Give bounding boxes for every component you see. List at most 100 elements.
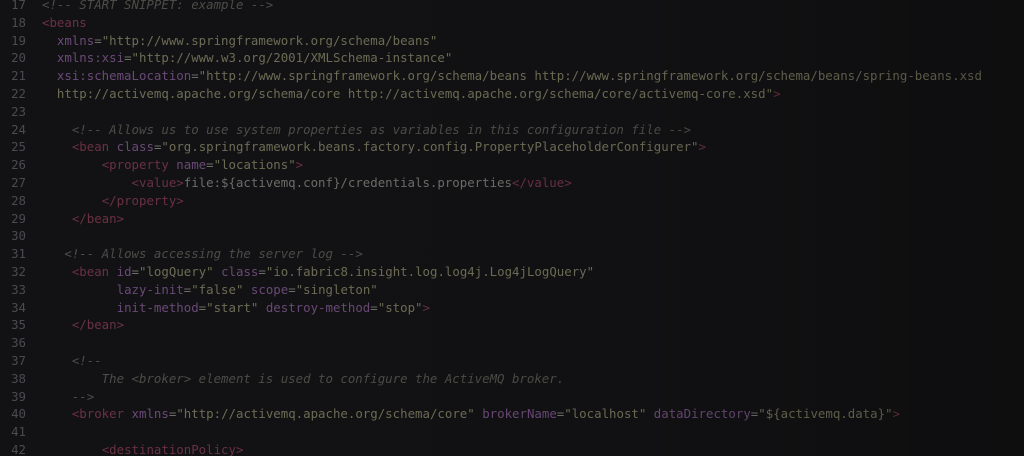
code-text: xmlns:xsi="http://www.w3.org/2001/XMLSch…: [42, 49, 452, 67]
code-line[interactable]: 25 <bean class="org.springframework.bean…: [0, 138, 1024, 156]
line-number: 38: [11, 370, 26, 386]
line-number: 20: [11, 50, 26, 66]
line-number: 22: [11, 86, 26, 101]
code-text: xsi:schemaLocation="http://www.springfra…: [42, 67, 982, 85]
code-token-comment: The <broker> element is used to configur…: [42, 370, 565, 386]
code-token-attr: xsi:schemaLocation: [56, 68, 192, 84]
code-editor[interactable]: 17 <!-- START SNIPPET: example --> 18 <bean…: [0, 0, 1024, 456]
code-line[interactable]: 19 xmlns="http://www.springframework.org…: [0, 32, 1024, 50]
code-line[interactable]: 36: [0, 334, 1024, 352]
code-line[interactable]: 18 <beans: [0, 14, 1024, 32]
code-token-string: "locations": [213, 157, 296, 173]
code-line[interactable]: 31 <!-- Allows accessing the server log …: [0, 245, 1024, 263]
line-number: 27: [11, 175, 26, 190]
code-line[interactable]: 39 -->: [0, 388, 1024, 406]
code-line[interactable]: 41: [0, 423, 1024, 441]
code-line[interactable]: 32 <bean id="logQuery" class="io.fabric8…: [0, 263, 1024, 281]
code-token-tag: <destinationPolicy>: [101, 442, 244, 456]
code-line[interactable]: 37 <!--: [0, 352, 1024, 370]
code-token-tag: </bean>: [71, 317, 125, 333]
line-number: 25: [11, 139, 26, 155]
code-token-string: "http://www.springframework.org/schema/b…: [101, 32, 438, 48]
code-token-tag: </value>: [511, 175, 572, 190]
line-number: 17: [11, 0, 26, 12]
code-line[interactable]: 29 </bean>: [0, 210, 1024, 228]
line-number: 28: [11, 192, 26, 208]
code-line[interactable]: 30: [0, 227, 1024, 245]
code-text: <!-- Allows us to use system properties …: [42, 121, 691, 139]
code-line[interactable]: 17 <!-- START SNIPPET: example -->: [0, 0, 1024, 14]
code-token-string: "false": [191, 281, 244, 297]
line-number: 19: [11, 32, 26, 48]
code-line[interactable]: 40 <broker xmlns="http://activemq.apache…: [0, 405, 1024, 423]
code-text: <value>file:${activemq.conf}/credentials…: [42, 174, 572, 192]
code-token-tag: </bean>: [71, 210, 125, 226]
code-token-comment: <!-- START SNIPPET: example -->: [42, 0, 274, 12]
code-token-attr: class: [221, 264, 259, 279]
code-text: <!-- Allows accessing the server log -->: [42, 245, 362, 263]
code-token-string: "org.springframework.beans.factory.confi…: [161, 139, 699, 155]
line-number: 42: [11, 442, 26, 456]
code-token-attr: xmlns: [131, 406, 169, 422]
code-line[interactable]: 28 </property>: [0, 192, 1024, 210]
line-number: 18: [11, 14, 26, 30]
line-number: 21: [11, 68, 26, 84]
code-token-string: "stop": [377, 299, 423, 315]
code-token-tag: <value>: [131, 175, 184, 190]
code-text: <property name="locations">: [42, 156, 303, 174]
line-number: 30: [11, 228, 26, 244]
code-line[interactable]: 24 <!-- Allows us to use system properti…: [0, 121, 1024, 139]
code-text: <destinationPolicy>: [42, 441, 244, 456]
code-token-comment: <!--: [71, 353, 102, 368]
code-token-string: "http://www.w3.org/2001/XMLSchema-instan…: [131, 50, 453, 66]
code-token-tag: <broker: [71, 406, 125, 422]
code-token-attr: init-method: [116, 299, 199, 315]
code-line[interactable]: 21 xsi:schemaLocation="http://www.spring…: [0, 67, 1024, 85]
code-text: <bean class="org.springframework.beans.f…: [42, 138, 706, 156]
line-number: 24: [11, 121, 26, 137]
code-line[interactable]: 42 <destinationPolicy>: [0, 441, 1024, 456]
code-line[interactable]: 23: [0, 103, 1024, 121]
code-token-tag: >: [892, 406, 900, 422]
code-token-string: "${activemq.data}": [758, 406, 893, 422]
code-token-tag: >: [295, 157, 304, 173]
code-token-punct: =: [131, 264, 140, 279]
code-line[interactable]: 22 http://activemq.apache.org/schema/cor…: [0, 85, 1024, 103]
code-text: <!--: [42, 352, 102, 370]
line-number: 31: [11, 246, 26, 262]
line-number: 33: [11, 281, 26, 297]
code-line[interactable]: 34 init-method="start" destroy-method="s…: [0, 299, 1024, 317]
code-token-tag: <bean: [71, 139, 110, 155]
code-token-attr: scope: [250, 281, 289, 297]
code-token-punct: =: [206, 157, 214, 173]
code-text: <broker xmlns="http://activemq.apache.or…: [42, 405, 900, 423]
code-line[interactable]: 33 lazy-init="false" scope="singleton": [0, 281, 1024, 299]
code-line[interactable]: 38 The <broker> element is used to confi…: [0, 370, 1024, 388]
code-text: xmlns="http://www.springframework.org/sc…: [42, 32, 437, 50]
code-token-punct: =: [288, 281, 296, 297]
code-line[interactable]: 27 <value>file:${activemq.conf}/credenti…: [0, 174, 1024, 192]
code-line[interactable]: 35 </bean>: [0, 316, 1024, 334]
line-number: 39: [11, 388, 26, 404]
line-number: 34: [11, 299, 26, 315]
code-line[interactable]: 26 <property name="locations">: [0, 156, 1024, 174]
code-token-attr: xmlns:xsi: [56, 50, 125, 66]
line-number: 40: [11, 406, 26, 422]
code-line[interactable]: 20 xmlns:xsi="http://www.w3.org/2001/XML…: [0, 49, 1024, 67]
code-token-string: http://activemq.apache.org/schema/core h…: [42, 86, 774, 101]
